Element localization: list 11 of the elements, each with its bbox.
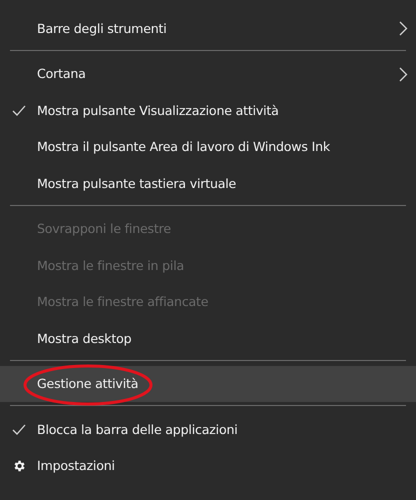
menu-item[interactable]: Cortana (0, 56, 416, 92)
chevron-right-icon (399, 66, 408, 82)
settings-icon (12, 458, 26, 473)
menu-item[interactable]: Impostazioni (0, 448, 416, 484)
chevron-right-icon (399, 21, 408, 36)
menu-item[interactable]: Mostra pulsante tastiera virtuale (0, 165, 416, 202)
menu-item[interactable]: Mostra desktop (0, 320, 416, 356)
menu-item[interactable]: Barre degli strumenti (0, 10, 416, 46)
menu-item[interactable]: Mostra il pulsante Area di lavoro di Windows Ink (0, 128, 416, 165)
menu-item[interactable]: Blocca la barra delle applicazioni (0, 411, 416, 448)
menu-item[interactable]: Mostra pulsante Visualizzazione attività (0, 92, 416, 128)
